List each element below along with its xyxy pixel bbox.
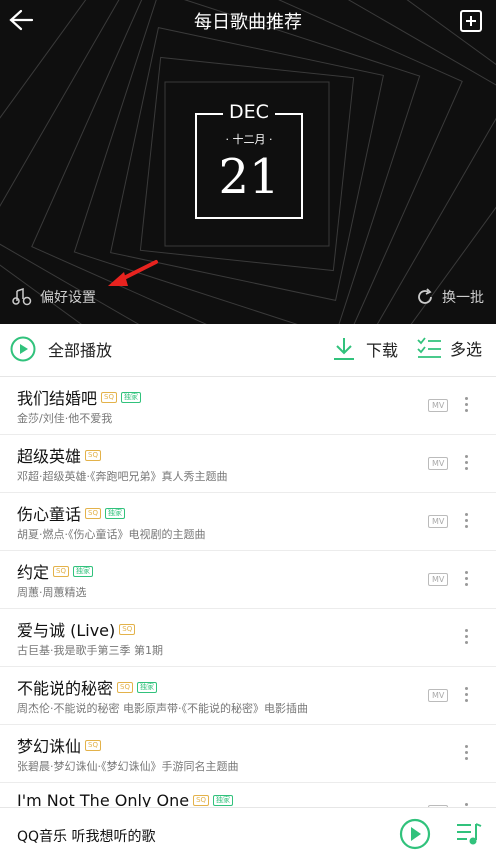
sq-badge: SQ [85,507,101,519]
red-annotation-arrow [108,260,158,286]
multi-select-icon [417,337,441,358]
song-row[interactable]: 爱与诚 (Live) SQ 古巨基·我是歌手第三季 第1期 [0,609,496,667]
sq-badge: SQ [85,449,101,461]
song-row[interactable]: 约定 SQ 独家 周蕙·周蕙精选 MV [0,551,496,609]
song-list: 我们结婚吧 SQ 独家 金莎/刘佳·他不爱我 MV 超级英雄 SQ 邓超·超级英… [0,377,496,807]
more-options-icon[interactable] [465,687,469,705]
download-button[interactable]: 下载 [332,336,398,362]
play-circle-icon [10,336,36,362]
date-month-cn: · 十二月 · [225,133,273,146]
date-day: 21 [218,149,280,205]
song-subtitle: 周蕙·周蕙精选 [17,586,87,599]
sq-badge: SQ [117,681,133,693]
sq-badge: SQ [119,623,136,635]
song-title: 梦幻诛仙 [17,737,82,756]
download-icon [334,338,354,360]
song-title: 超级英雄 [17,447,82,466]
song-title: 约定 [17,563,50,582]
date-month-en: DEC [223,101,275,123]
add-to-playlist-icon[interactable] [460,10,482,32]
song-title: 伤心童话 [17,505,82,524]
action-bar: 全部播放 下载 多选 [0,324,496,377]
exclusive-badge: 独家 [72,565,93,577]
more-options-icon[interactable] [465,745,469,763]
exclusive-badge: 独家 [213,795,234,806]
exclusive-badge: 独家 [120,391,141,403]
more-options-icon[interactable] [465,455,469,473]
sq-badge: SQ [101,391,117,403]
playlist-queue-icon[interactable] [455,820,483,848]
song-row[interactable]: I'm Not The Only One SQ 独家 MV [0,783,496,807]
hero-banner: 每日歌曲推荐 DEC · 十二月 · 21 偏好设置 换一批 [0,0,496,324]
song-title: 我们结婚吧 [17,389,98,408]
play-all-label: 全部播放 [48,341,113,360]
page-title: 每日歌曲推荐 [194,12,302,33]
song-row[interactable]: 超级英雄 SQ 邓超·超级英雄·《奔跑吧兄弟》真人秀主题曲 MV [0,435,496,493]
sq-badge: SQ [85,739,101,751]
mini-player-bar: QQ音乐 听我想听的歌 [0,807,496,859]
top-bar: 每日歌曲推荐 [0,0,496,40]
song-subtitle: 金莎/刘佳·他不爱我 [17,412,113,425]
download-label: 下载 [366,341,399,360]
refresh-icon [418,288,432,304]
preference-settings-button[interactable]: 偏好设置 [12,287,96,307]
sq-badge: SQ [193,795,210,806]
sq-badge: SQ [53,565,69,577]
song-subtitle: 胡夏·燃点·《伤心童话》电视剧的主题曲 [17,528,206,541]
more-options-icon[interactable] [465,513,469,531]
song-row[interactable]: 不能说的秘密 SQ 独家 周杰伦·不能说的秘密 电影原声带·《不能说的秘密》电影… [0,667,496,725]
mv-icon[interactable]: MV [428,689,449,702]
song-row[interactable]: 梦幻诛仙 SQ 张碧晨·梦幻诛仙·《梦幻诛仙》手游同名主题曲 [0,725,496,783]
swap-batch-button[interactable]: 换一批 [416,287,484,307]
multi-select-label: 多选 [450,340,483,359]
song-title: I'm Not The Only One [17,791,190,807]
exclusive-badge: 独家 [136,681,157,693]
song-subtitle: 古巨基·我是歌手第三季 第1期 [17,644,163,657]
play-button-icon[interactable] [399,818,431,850]
player-brand-text: QQ音乐 听我想听的歌 [17,829,156,845]
multi-select-button[interactable]: 多选 [416,336,482,360]
song-subtitle: 张碧晨·梦幻诛仙·《梦幻诛仙》手游同名主题曲 [17,760,239,773]
date-card: DEC · 十二月 · 21 [195,101,303,219]
play-all-button[interactable]: 全部播放 [10,336,112,362]
more-options-icon[interactable] [465,571,469,589]
mv-icon[interactable]: MV [428,457,449,470]
song-row[interactable]: 我们结婚吧 SQ 独家 金莎/刘佳·他不爱我 MV [0,377,496,435]
song-subtitle: 邓超·超级英雄·《奔跑吧兄弟》真人秀主题曲 [17,470,228,483]
song-subtitle: 周杰伦·不能说的秘密 电影原声带·《不能说的秘密》电影插曲 [17,702,308,715]
mv-icon[interactable]: MV [428,573,449,586]
mv-icon[interactable]: MV [428,399,449,412]
music-settings-icon [12,288,32,306]
song-row[interactable]: 伤心童话 SQ 独家 胡夏·燃点·《伤心童话》电视剧的主题曲 MV [0,493,496,551]
swap-batch-label: 换一批 [442,290,484,306]
more-options-icon[interactable] [465,397,469,415]
song-title: 不能说的秘密 [17,679,114,698]
mv-icon[interactable]: MV [428,515,449,528]
preference-settings-label: 偏好设置 [40,290,96,306]
song-title: 爱与诚 (Live) [17,621,116,640]
exclusive-badge: 独家 [104,507,125,519]
more-options-icon[interactable] [465,629,469,647]
